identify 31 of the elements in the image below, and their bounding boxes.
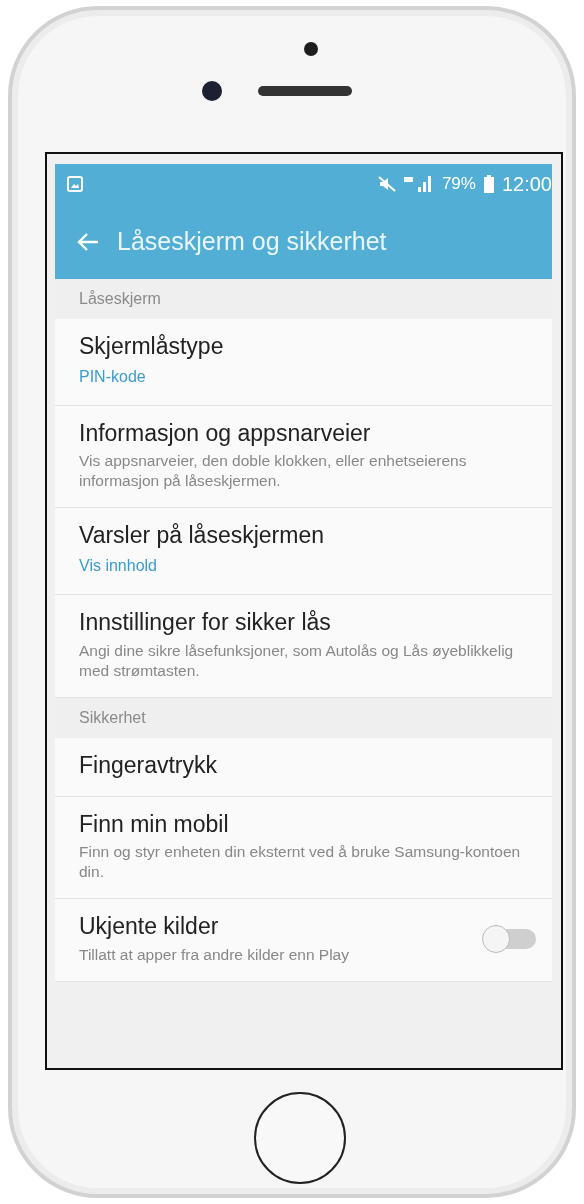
item-description: Angi dine sikre låsefunksjoner, som Autolås og Lås øyeblikkelig med strømtasten. — [79, 640, 515, 681]
back-arrow-icon[interactable] — [77, 231, 99, 252]
item-description: Vis appsnarveier, den doble klokken, eller enhetseierens informasjon på låseskjermen. — [79, 451, 468, 492]
settings-item[interactable]: Skjermlåstype PIN-kode — [55, 319, 552, 406]
speaker-icon — [258, 86, 352, 96]
item-value: PIN-kode — [79, 366, 147, 387]
image-icon — [67, 176, 83, 192]
settings-item[interactable]: Varsler på låseskjermen Vis innhold — [55, 508, 552, 596]
item-title: Innstillinger for sikker lås — [79, 609, 332, 637]
item-description: Finn og styr enheten din eksternt ved å bruke Samsung-kontoen din. — [79, 842, 522, 883]
settings-item[interactable]: Informasjon og appsnarveier Vis appsnarveier, den doble klokken, eller enhetseierens informasjon på låseskjermen. — [55, 405, 552, 509]
screen-title: Låseskjerm og sikkerhet — [117, 225, 387, 257]
clock: 12:00 — [501, 172, 552, 197]
item-title: Varsler på låseskjermen — [79, 522, 325, 551]
settings-item[interactable]: Ukjente kilder Tillatt at apper fra andre kilder enn Play — [55, 899, 552, 983]
settings-item[interactable]: Finn min mobil Finn og styr enheten din eksternt ved å bruke Samsung-kontoen din. — [55, 796, 552, 900]
item-title: Fingeravtrykk — [79, 751, 219, 780]
battery-level: 79% — [441, 173, 476, 196]
item-title: Skjermlåstype — [79, 333, 225, 361]
settings-item[interactable]: Fingeravtrykk — [55, 737, 552, 797]
item-title: Informasjon og appsnarveier — [79, 419, 372, 448]
signal-icon — [403, 175, 434, 193]
camera-icon — [202, 81, 222, 101]
item-title: Finn min mobil — [79, 810, 230, 839]
settings-item[interactable]: Innstillinger for sikker lås Angi dine sikre låsefunksjoner, som Autolås og Lås øyeblikkelig med strømtasten. — [55, 595, 552, 698]
item-description: Tillatt at apper fra andre kilder enn Play — [79, 945, 350, 965]
mute-icon — [377, 176, 396, 192]
item-title: Ukjente kilder — [79, 913, 220, 941]
battery-icon — [483, 175, 494, 193]
sensor-icon — [304, 42, 318, 56]
item-value: Vis innhold — [79, 556, 158, 577]
